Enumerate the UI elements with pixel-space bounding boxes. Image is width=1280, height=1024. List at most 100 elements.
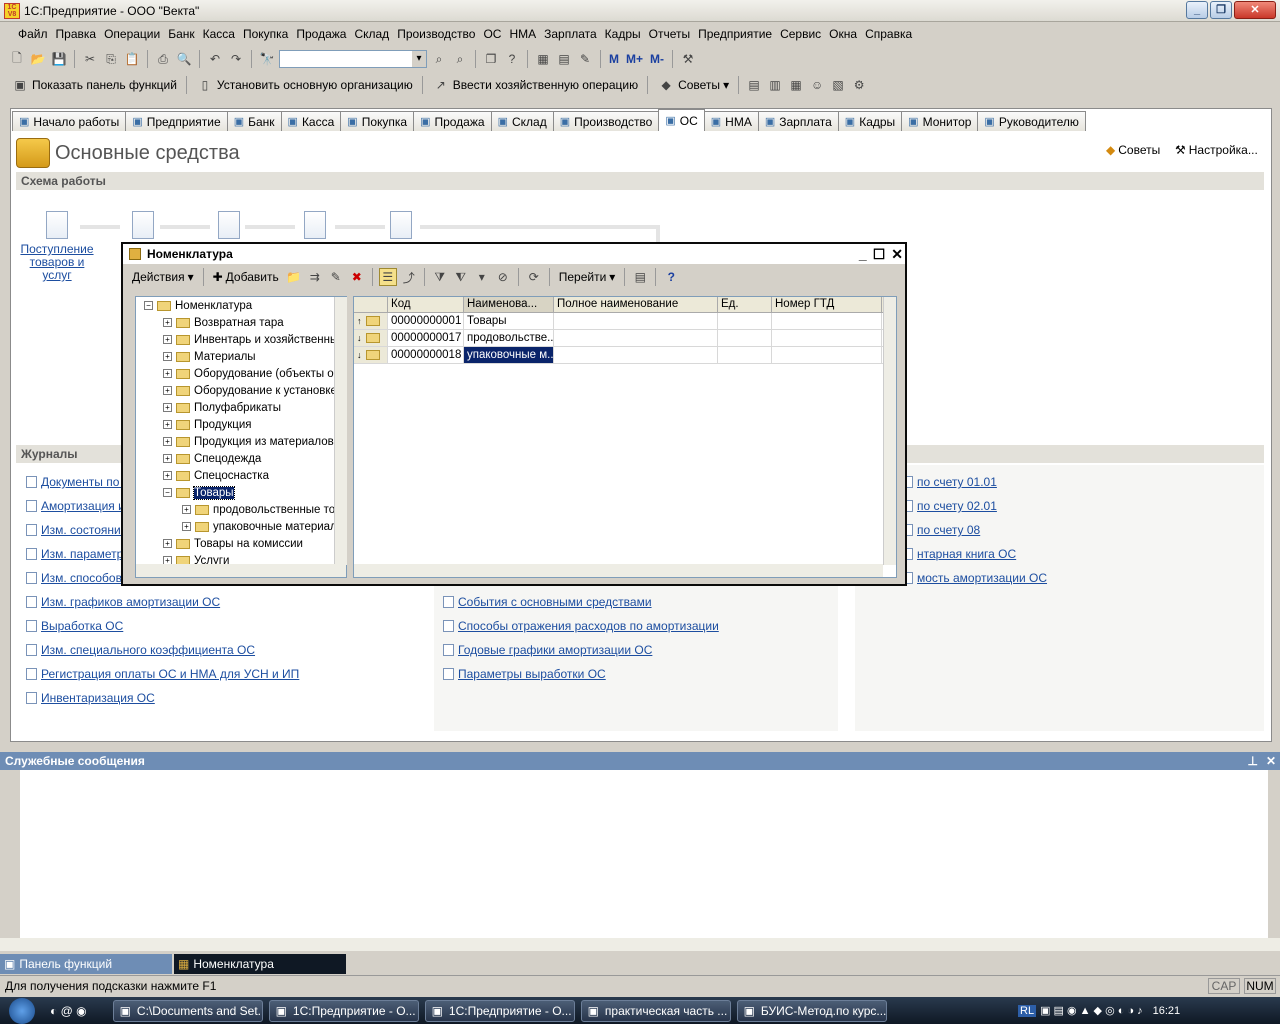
new-document-icon[interactable]: 🗋 xyxy=(8,50,26,68)
level-up-icon[interactable]: ⤴ xyxy=(400,268,418,286)
menu-item[interactable]: Кадры xyxy=(601,27,645,41)
pin-icon[interactable]: ⊥ xyxy=(1248,752,1258,770)
set-main-org-button[interactable]: ▯ Установить основную организацию xyxy=(193,76,416,94)
expand-icon[interactable]: − xyxy=(163,488,172,497)
actions-menu-button[interactable]: Действия ▾ xyxy=(129,270,197,284)
expand-icon[interactable]: − xyxy=(144,301,153,310)
table-cell-full[interactable] xyxy=(554,330,718,346)
add-folder-icon[interactable]: 📁 xyxy=(285,268,303,286)
table-cell-code[interactable]: 00000000017 xyxy=(388,330,464,346)
preview-icon[interactable]: 🔍 xyxy=(175,50,193,68)
expand-icon[interactable]: + xyxy=(182,505,191,514)
minimize-button[interactable]: _ xyxy=(1186,1,1208,19)
language-indicator[interactable]: RL xyxy=(1018,1004,1037,1017)
tab-item[interactable]: ▣ ОС xyxy=(658,109,705,131)
calculator-icon[interactable]: ▦ xyxy=(534,50,552,68)
table-vertical-scrollbar[interactable] xyxy=(883,297,896,565)
tab-item[interactable]: ▣ Производство xyxy=(552,111,660,131)
menu-item[interactable]: Покупка xyxy=(239,27,292,41)
column-header[interactable]: Ед. xyxy=(718,297,772,312)
expand-icon[interactable]: + xyxy=(163,454,172,463)
expand-icon[interactable]: + xyxy=(163,539,172,548)
tab-item[interactable]: ▣ Предприятие xyxy=(125,111,228,131)
table-horizontal-scrollbar[interactable] xyxy=(354,564,883,577)
journal-link[interactable]: по счету 02.01 xyxy=(902,494,1262,518)
tree-node[interactable]: + упаковочные материал xyxy=(136,518,346,535)
delete-mark-icon[interactable]: ✖ xyxy=(348,268,366,286)
column-header[interactable]: Наименова... xyxy=(464,297,554,312)
journal-link[interactable]: События с основными средствами xyxy=(443,590,833,614)
column-header[interactable]: Код xyxy=(388,297,464,312)
tab-item[interactable]: ▣ Касса xyxy=(280,111,342,131)
menu-item[interactable]: НМА xyxy=(505,27,540,41)
expand-icon[interactable]: + xyxy=(182,522,191,531)
dialog-help-icon[interactable]: ? xyxy=(662,268,680,286)
table-row[interactable]: ↑ 00000000001 Товары xyxy=(354,313,896,330)
menu-item[interactable]: Предприятие xyxy=(694,27,776,41)
menu-item[interactable]: Справка xyxy=(861,27,916,41)
menu-item[interactable]: Правка xyxy=(52,27,101,41)
users-icon[interactable]: ☺ xyxy=(808,76,826,94)
table-cell-name[interactable]: продовольстве... xyxy=(464,330,554,346)
tree-node[interactable]: + Полуфабрикаты xyxy=(136,399,346,416)
journal-link[interactable]: Параметры выработки ОС xyxy=(443,662,833,686)
document-icon[interactable] xyxy=(218,211,240,239)
tree-node[interactable]: + продовольственные то xyxy=(136,501,346,518)
menu-item[interactable]: Операции xyxy=(100,27,164,41)
expand-icon[interactable]: + xyxy=(163,420,172,429)
menu-item[interactable]: Касса xyxy=(199,27,239,41)
tree-node[interactable]: + Спецодежда xyxy=(136,450,346,467)
menu-item[interactable]: Сервис xyxy=(776,27,825,41)
refresh-icon[interactable]: ⟳ xyxy=(525,268,543,286)
tab-item[interactable]: ▣ Монитор xyxy=(901,111,979,131)
scheme-link-receipt[interactable]: Поступление товаров и услуг xyxy=(20,243,94,282)
window-tab-functions[interactable]: ▣ Панель функций xyxy=(0,954,172,974)
expand-icon[interactable]: + xyxy=(163,471,172,480)
dialog-minimize-button[interactable]: _ xyxy=(859,246,867,263)
find-icon[interactable]: 🔭 xyxy=(258,50,276,68)
tree-node[interactable]: + Материалы xyxy=(136,348,346,365)
taskbar-item[interactable]: ▣ 1С:Предприятие - О... xyxy=(424,999,575,1022)
table-cell-unit[interactable] xyxy=(718,330,772,346)
expand-icon[interactable]: + xyxy=(163,437,172,446)
table-cell-full[interactable] xyxy=(554,313,718,329)
nomenclature-tree[interactable]: − Номенклатура + Возвратная тара + Инвентарь … xyxy=(135,296,347,578)
copy-item-icon[interactable]: ⇉ xyxy=(306,268,324,286)
table-cell-gtd[interactable] xyxy=(772,313,882,329)
columns-icon[interactable]: ▤ xyxy=(631,268,649,286)
goto-menu-button[interactable]: Перейти ▾ xyxy=(556,270,619,284)
journal-link[interactable]: по счету 08 xyxy=(902,518,1262,542)
menu-item[interactable]: Продажа xyxy=(292,27,350,41)
journal-link[interactable]: Выработка ОС xyxy=(26,614,426,638)
tab-item[interactable]: ▣ Руководителю xyxy=(977,111,1086,131)
clear-filter-icon[interactable]: ⊘ xyxy=(494,268,512,286)
journal-link[interactable]: Годовые графики амортизации ОС xyxy=(443,638,833,662)
tree-horizontal-scrollbar[interactable] xyxy=(136,564,346,577)
table-row[interactable]: ↓ 00000000017 продовольстве... xyxy=(354,330,896,347)
calendar-icon[interactable]: ▤ xyxy=(555,50,573,68)
tree-node[interactable]: + Оборудование к установке xyxy=(136,382,346,399)
menu-item[interactable]: Склад xyxy=(350,27,393,41)
edit-item-icon[interactable]: ✎ xyxy=(327,268,345,286)
service-horizontal-scrollbar[interactable] xyxy=(0,938,1280,951)
search-combo[interactable] xyxy=(279,50,427,68)
tips-link[interactable]: ◆ Советы xyxy=(1106,143,1160,157)
tree-node[interactable]: − Номенклатура xyxy=(136,297,346,314)
table-cell-gtd[interactable] xyxy=(772,347,882,363)
enter-operation-button[interactable]: ↗ Ввести хозяйственную операцию xyxy=(429,76,641,94)
expand-icon[interactable]: + xyxy=(163,369,172,378)
service-close-icon[interactable]: ✕ xyxy=(1266,752,1276,770)
tab-item[interactable]: ▣ НМА xyxy=(703,111,759,131)
filter-value-icon[interactable]: ⧨ xyxy=(452,268,470,286)
tree-node[interactable]: + Товары на комиссии xyxy=(136,535,346,552)
menu-item[interactable]: Зарплата xyxy=(540,27,601,41)
menu-item[interactable]: Банк xyxy=(164,27,198,41)
tips-dropdown[interactable]: ◆ Советы ▾ xyxy=(654,76,732,94)
journal-link[interactable]: нтарная книга ОС xyxy=(902,542,1262,566)
table-cell-unit[interactable] xyxy=(718,313,772,329)
table-cell-name[interactable]: упаковочные м... xyxy=(464,347,554,363)
expand-icon[interactable]: + xyxy=(163,318,172,327)
show-functions-panel-button[interactable]: ▣ Показать панель функций xyxy=(8,76,180,94)
filter-history-icon[interactable]: ▾ xyxy=(473,268,491,286)
taskbar-item[interactable]: ▣ 1С:Предприятие - О... xyxy=(268,999,419,1022)
